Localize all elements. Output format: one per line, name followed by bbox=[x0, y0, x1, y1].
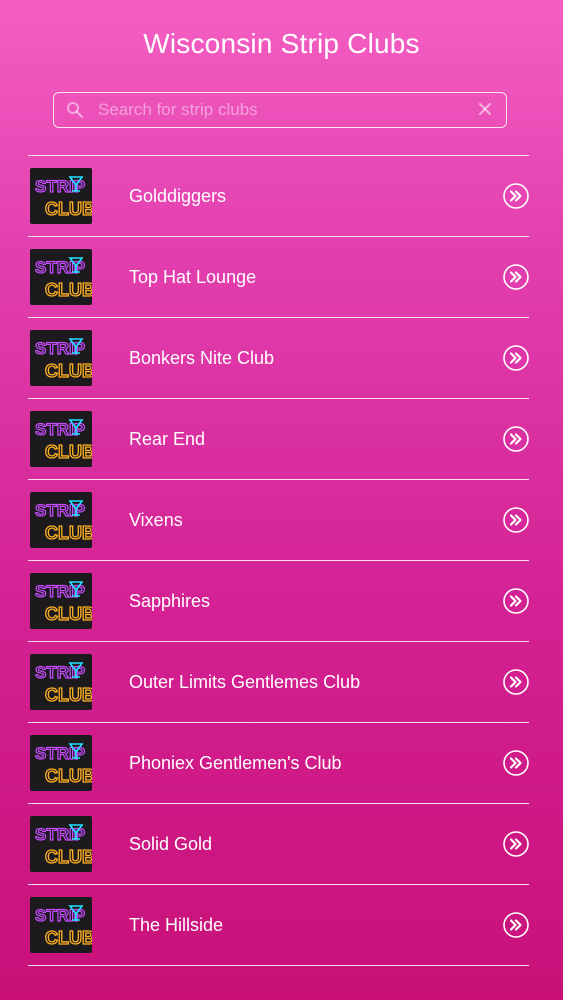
thumbnail-line2: CLUBS bbox=[45, 847, 92, 867]
thumbnail-line2: CLUBS bbox=[45, 442, 92, 462]
thumbnail-line2: CLUBS bbox=[45, 523, 92, 543]
club-thumbnail: STRIP CLUBS bbox=[30, 573, 92, 629]
thumbnail-line1: STRIP bbox=[35, 501, 85, 520]
chevron-right-double-icon[interactable] bbox=[503, 426, 529, 452]
list-item[interactable]: STRIP CLUBS Vixens bbox=[28, 480, 529, 561]
club-name: Sapphires bbox=[129, 591, 211, 611]
search-bar[interactable] bbox=[53, 92, 507, 128]
thumbnail-line2: CLUBS bbox=[45, 928, 92, 948]
chevron-right-double-icon[interactable] bbox=[503, 264, 529, 290]
club-list: STRIP CLUBS Golddiggers STRIP CLUBS Top Hat L… bbox=[28, 155, 529, 966]
chevron-right-double-icon[interactable] bbox=[503, 831, 529, 857]
club-name: The Hillside bbox=[129, 915, 224, 935]
club-thumbnail: STRIP CLUBS bbox=[30, 492, 92, 548]
club-thumbnail: STRIP CLUBS bbox=[30, 897, 92, 953]
thumbnail-line1: STRIP bbox=[35, 420, 85, 439]
search-input[interactable] bbox=[98, 93, 458, 126]
chevron-right-double-icon[interactable] bbox=[503, 345, 529, 371]
club-name: Bonkers Nite Club bbox=[129, 348, 275, 368]
club-thumbnail: STRIP CLUBS bbox=[30, 168, 92, 224]
chevron-right-double-icon[interactable] bbox=[503, 183, 529, 209]
search-icon bbox=[67, 102, 84, 119]
thumbnail-line1: STRIP bbox=[35, 339, 85, 358]
chevron-right-double-icon[interactable] bbox=[503, 669, 529, 695]
thumbnail-line2: CLUBS bbox=[45, 766, 92, 786]
club-name: Golddiggers bbox=[129, 186, 227, 206]
club-name: Rear End bbox=[129, 429, 206, 449]
club-thumbnail: STRIP CLUBS bbox=[30, 735, 92, 791]
club-name: Vixens bbox=[129, 510, 183, 530]
club-name: Phoniex Gentlemen's Club bbox=[129, 753, 342, 773]
club-thumbnail: STRIP CLUBS bbox=[30, 249, 92, 305]
list-item[interactable]: STRIP CLUBS Golddiggers bbox=[28, 156, 529, 237]
thumbnail-line2: CLUBS bbox=[45, 361, 92, 381]
chevron-right-double-icon[interactable] bbox=[503, 750, 529, 776]
list-item[interactable]: STRIP CLUBS Rear End bbox=[28, 399, 529, 480]
club-name: Top Hat Lounge bbox=[129, 267, 257, 287]
app-title: Wisconsin Strip Clubs bbox=[143, 28, 420, 59]
chevron-right-double-icon[interactable] bbox=[503, 507, 529, 533]
thumbnail-line1: STRIP bbox=[35, 825, 85, 844]
list-item[interactable]: STRIP CLUBS Outer Limits Gentlemes Club bbox=[28, 642, 529, 723]
list-item[interactable]: STRIP CLUBS Bonkers Nite Club bbox=[28, 318, 529, 399]
thumbnail-line1: STRIP bbox=[35, 177, 85, 196]
list-item[interactable]: STRIP CLUBS Sapphires bbox=[28, 561, 529, 642]
thumbnail-line1: STRIP bbox=[35, 258, 85, 277]
thumbnail-line1: STRIP bbox=[35, 906, 85, 925]
thumbnail-line2: CLUBS bbox=[45, 280, 92, 300]
chevron-right-double-icon[interactable] bbox=[503, 588, 529, 614]
thumbnail-line2: CLUBS bbox=[45, 604, 92, 624]
club-name: Solid Gold bbox=[129, 834, 213, 854]
thumbnail-line1: STRIP bbox=[35, 582, 85, 601]
thumbnail-line2: CLUBS bbox=[45, 199, 92, 219]
list-item[interactable]: STRIP CLUBS Phoniex Gentlemen's Club bbox=[28, 723, 529, 804]
club-thumbnail: STRIP CLUBS bbox=[30, 330, 92, 386]
thumbnail-line1: STRIP bbox=[35, 663, 85, 682]
list-item[interactable]: STRIP CLUBS Top Hat Lounge bbox=[28, 237, 529, 318]
club-name: Outer Limits Gentlemes Club bbox=[129, 672, 361, 692]
club-thumbnail: STRIP CLUBS bbox=[30, 654, 92, 710]
club-thumbnail: STRIP CLUBS bbox=[30, 816, 92, 872]
list-item[interactable]: STRIP CLUBS The Hillside bbox=[28, 885, 529, 966]
chevron-right-double-icon[interactable] bbox=[503, 912, 529, 938]
thumbnail-line1: STRIP bbox=[35, 744, 85, 763]
list-item[interactable]: STRIP CLUBS Solid Gold bbox=[28, 804, 529, 885]
thumbnail-line2: CLUBS bbox=[45, 685, 92, 705]
clear-icon[interactable] bbox=[478, 102, 492, 116]
club-thumbnail: STRIP CLUBS bbox=[30, 411, 92, 467]
